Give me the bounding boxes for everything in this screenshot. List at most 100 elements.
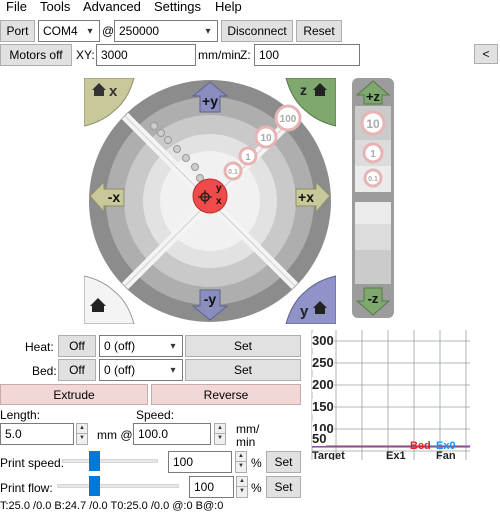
bed-target-select[interactable]: 0 (off) ▾ xyxy=(99,359,183,381)
print-flow-slider[interactable] xyxy=(57,484,179,488)
port-value: COM4 xyxy=(43,24,78,38)
step-1-badge: 1 xyxy=(238,146,258,166)
z-step-10-badge: 10 xyxy=(360,110,386,136)
reverse-button[interactable]: Reverse xyxy=(151,384,301,405)
heat-off-button[interactable]: Off xyxy=(58,335,96,357)
menu-advanced[interactable]: Advanced xyxy=(79,0,145,16)
menu-file[interactable]: File xyxy=(2,0,31,16)
print-speed-set-button[interactable]: Set xyxy=(266,451,301,473)
svg-text:0.1: 0.1 xyxy=(228,169,238,176)
z-jog-control[interactable]: +z -z 10 1 0.1 xyxy=(352,78,394,318)
z-step-1-badge: 1 xyxy=(362,142,384,164)
speed-unit-label-1: mm/ xyxy=(236,422,260,436)
home-z-label: z xyxy=(300,82,307,98)
svg-text:y: y xyxy=(216,183,222,194)
ex1-legend: Ex1 xyxy=(386,450,406,460)
bed-target-value: 0 (off) xyxy=(104,363,136,377)
y-tick-label: 300 xyxy=(312,333,334,348)
print-speed-stepper[interactable]: ▲ ▼ xyxy=(235,451,247,473)
svg-text:x: x xyxy=(216,196,222,207)
print-speed-slider-thumb[interactable] xyxy=(89,451,101,471)
speed-unit-label-2: min xyxy=(236,435,256,449)
center-home-xy-button[interactable]: y x xyxy=(192,178,228,214)
svg-text:+x: +x xyxy=(298,189,314,205)
print-flow-label: Print flow: xyxy=(0,481,53,495)
print-speed-slider[interactable] xyxy=(62,459,158,463)
xy-feedrate-input[interactable]: 3000 xyxy=(96,44,196,66)
step-dot xyxy=(173,145,181,153)
motors-off-button[interactable]: Motors off xyxy=(0,44,72,66)
status-line: T:25.0 /0.0 B:24.7 /0.0 T0:25.0 /0.0 @:0… xyxy=(0,500,224,512)
length-input[interactable]: 5.0 xyxy=(0,423,74,445)
step-dot xyxy=(157,129,165,137)
print-flow-slider-thumb[interactable] xyxy=(89,476,101,496)
target-legend: Target xyxy=(312,450,345,460)
step-100-badge: 100 xyxy=(274,104,302,132)
step-dot xyxy=(182,154,190,162)
print-flow-input[interactable]: 100 xyxy=(189,476,234,498)
svg-text:+z: +z xyxy=(366,89,381,104)
bed-legend: Bed xyxy=(410,440,431,452)
step-01-badge: 0.1 xyxy=(223,161,243,181)
baud-select[interactable]: 250000 ▾ xyxy=(114,20,218,42)
svg-text:-z: -z xyxy=(368,291,379,306)
print-flow-stepper[interactable]: ▲ ▼ xyxy=(236,476,248,498)
chevron-down-icon: ▾ xyxy=(170,340,176,352)
mm-at-label: mm @ xyxy=(97,428,133,442)
z-step-1-zone-lower[interactable] xyxy=(355,224,391,250)
y-tick-label: 250 xyxy=(312,355,334,370)
z-label: Z: xyxy=(240,48,251,62)
length-stepper[interactable]: ▲ ▼ xyxy=(76,423,88,445)
print-speed-percent: % xyxy=(251,456,262,470)
extrude-button[interactable]: Extrude xyxy=(0,384,148,405)
speed-stepper[interactable]: ▲ ▼ xyxy=(214,423,226,445)
length-label: Length: xyxy=(0,408,41,422)
menu-bar: File Tools Advanced Settings Help xyxy=(0,0,500,16)
y-tick-label: 200 xyxy=(312,377,334,392)
menu-settings[interactable]: Settings xyxy=(150,0,205,16)
chevron-down-icon: ▾ xyxy=(205,25,211,37)
z-step-01-zone-lower[interactable] xyxy=(355,202,391,224)
print-flow-percent: % xyxy=(251,481,262,495)
heat-target-select[interactable]: 0 (off) ▾ xyxy=(99,335,183,357)
svg-text:+y: +y xyxy=(202,93,218,109)
xy-jog-control[interactable]: x z y 100 10 1 0.1 +y -y -x +x y x xyxy=(84,78,336,324)
menu-tools[interactable]: Tools xyxy=(36,0,74,16)
svg-text:-x: -x xyxy=(108,189,121,205)
xy-unit-label: mm/min xyxy=(198,48,241,62)
heat-set-button[interactable]: Set xyxy=(185,335,301,357)
menu-help[interactable]: Help xyxy=(211,0,246,16)
svg-text:0.1: 0.1 xyxy=(368,176,378,183)
fan-legend: Fan xyxy=(436,450,456,460)
step-dot xyxy=(191,163,199,171)
collapse-button[interactable]: < xyxy=(474,44,498,64)
baud-value: 250000 xyxy=(119,24,160,38)
svg-text:1: 1 xyxy=(370,149,376,160)
home-x-label: x xyxy=(109,83,118,100)
speed-input[interactable]: 100.0 xyxy=(133,423,211,445)
svg-text:100: 100 xyxy=(280,114,297,125)
svg-text:10: 10 xyxy=(366,117,380,131)
z-step-10-zone-lower[interactable] xyxy=(355,250,391,284)
bed-set-button[interactable]: Set xyxy=(185,359,301,381)
y-tick-label: 50 xyxy=(312,431,327,446)
bed-off-button[interactable]: Off xyxy=(58,359,96,381)
port-select[interactable]: COM4 ▾ xyxy=(38,20,100,42)
print-flow-set-button[interactable]: Set xyxy=(266,476,301,498)
reset-button[interactable]: Reset xyxy=(296,20,342,42)
step-dot xyxy=(164,136,172,144)
bed-label: Bed: xyxy=(32,364,57,378)
print-speed-input[interactable]: 100 xyxy=(168,451,232,473)
y-tick-label: 150 xyxy=(312,399,334,414)
svg-text:10: 10 xyxy=(260,133,272,144)
svg-text:-y: -y xyxy=(204,291,217,307)
z-feedrate-input[interactable]: 100 xyxy=(254,44,360,66)
port-button[interactable]: Port xyxy=(0,20,35,42)
svg-text:1: 1 xyxy=(245,152,250,162)
disconnect-button[interactable]: Disconnect xyxy=(221,20,293,42)
at-label: @ xyxy=(102,24,115,38)
print-speed-label: Print speed: xyxy=(0,456,65,470)
xy-label: XY: xyxy=(76,48,95,62)
step-10-badge: 10 xyxy=(254,125,278,149)
home-y-label: y xyxy=(300,303,309,320)
